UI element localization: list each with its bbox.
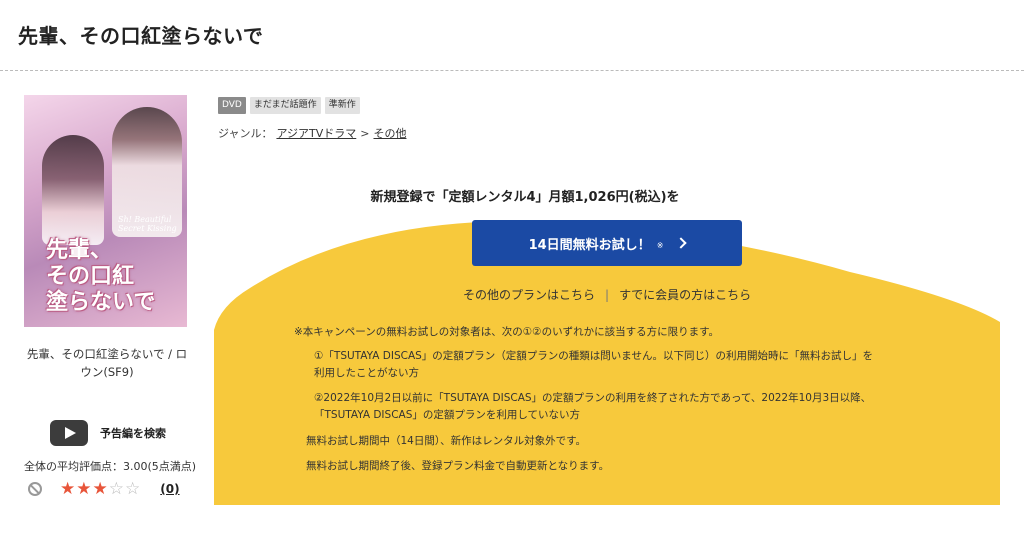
page: 先輩、その口紅塗らないで Sh! Beautiful Secret Kissin… (0, 0, 1024, 538)
notes-trial-period: 無料お試し期間中（14日間）、新作はレンタル対象外です。 (306, 435, 587, 447)
tag-trending: まだまだ話題作 (249, 97, 321, 114)
cover-image[interactable]: Sh! Beautiful Secret Kissing 先輩、 その口紅 塗ら… (24, 95, 187, 327)
star-icon[interactable]: ★ (76, 480, 91, 498)
free-trial-button[interactable]: 14日間無料お試し！ ※ (472, 220, 742, 266)
tag-list: DVD まだまだ話題作 準新作 (218, 97, 360, 114)
genre-breadcrumb: ジャンル： アジアTVドラマ > その他 (218, 125, 406, 141)
genre-link-other[interactable]: その他 (373, 125, 406, 141)
genre-link-asian-tv-drama[interactable]: アジアTVドラマ (276, 125, 356, 141)
breadcrumb-separator: > (360, 126, 370, 140)
free-trial-label: 14日間無料お試し！ (528, 237, 651, 253)
star-icon[interactable]: ★ (93, 480, 108, 498)
star-rating[interactable]: ★ ★ ★ ☆ ☆ (60, 480, 140, 498)
cover-english-title: Sh! Beautiful Secret Kissing (118, 215, 177, 233)
tag-dvd: DVD (218, 97, 246, 114)
tag-semi-new: 準新作 (324, 97, 360, 114)
notes-auto-renew: 無料お試し期間終了後、登録プラン料金で自動更新となります。 (306, 460, 610, 472)
notes-condition-2: ②2022年10月2日以前に「TSUTAYA DISCAS」の定額プランの利用を… (314, 392, 872, 421)
chevron-right-icon (675, 237, 688, 249)
review-count-link[interactable]: (0) (160, 482, 179, 496)
free-trial-note-mark: ※ (656, 240, 664, 250)
play-icon (50, 420, 88, 446)
not-interested-icon[interactable] (28, 482, 42, 496)
header-divider (0, 70, 1024, 71)
average-rating: 全体の平均評価点：3.00(5点満点) (24, 458, 196, 474)
campaign-headline: 新規登録で「定額レンタル4」月額1,026円(税込)を (370, 190, 680, 205)
star-icon[interactable]: ☆ (125, 480, 140, 498)
notes-condition-1: ①「TSUTAYA DISCAS」の定額プラン（定額プランの種類は問いません。以… (314, 350, 873, 379)
genre-label: ジャンル： (218, 127, 273, 140)
member-login-link[interactable]: すでに会員の方はこちら (619, 286, 751, 303)
work-title: 先輩、その口紅塗らないで / ロウン(SF9) (26, 347, 188, 379)
rating-label: 全体の平均評価点： (24, 460, 123, 473)
notes-lead: ※本キャンペーンの無料お試しの対象者は、次の①②のいずれかに該当する方に限ります… (294, 326, 720, 338)
plan-links: その他のプランはこちら | すでに会員の方はこちら (463, 286, 751, 303)
trailer-search-button[interactable]: 予告編を検索 (50, 420, 166, 446)
cover-figure-woman (42, 135, 104, 245)
star-icon[interactable]: ★ (60, 480, 75, 498)
page-title: 先輩、その口紅塗らないで (18, 24, 264, 48)
rating-row: ★ ★ ★ ☆ ☆ (0) (28, 480, 180, 498)
campaign-notes: ※本キャンペーンの無料お試しの対象者は、次の①②のいずれかに該当する方に限ります… (294, 324, 934, 472)
rating-value: 3.00(5点満点) (123, 460, 197, 473)
trailer-label: 予告編を検索 (100, 427, 166, 440)
other-plans-link[interactable]: その他のプランはこちら (463, 286, 595, 303)
star-icon[interactable]: ☆ (109, 480, 124, 498)
link-separator: | (605, 287, 610, 302)
cover-title: 先輩、 その口紅 塗らないで (46, 237, 156, 315)
